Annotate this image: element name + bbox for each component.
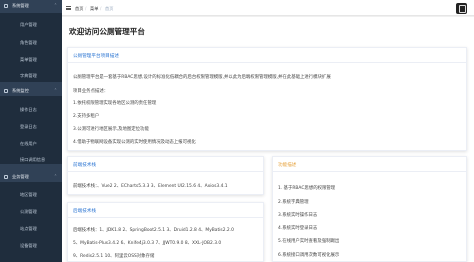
chevron-up-icon: ⌃ — [53, 174, 57, 179]
business-point: 2.支持多租户 — [73, 114, 100, 119]
frontend-card-title: 前端技术栈 — [73, 163, 96, 168]
sidebar-item-dicts[interactable]: 字典管理 — [0, 70, 62, 80]
features-card-title: 功能描述 — [278, 163, 297, 168]
sidebar-item-menus[interactable]: 菜单管理 — [0, 54, 62, 64]
feature-item: 2.系统字典管理 — [278, 200, 309, 205]
feature-item: 4.系统实时登录日志 — [278, 226, 318, 231]
breadcrumb-current: 首页 — [105, 5, 114, 11]
description-card: 公厕管理平台项目描述 公厕管理平台是一套基于RBAC思想,设计的标准化低耦合的后… — [67, 47, 467, 151]
chevron-up-icon: ⌃ — [53, 3, 57, 8]
backend-stack-line: 5、MyBatis-Plus3.4.2 6、Knife4j3.0.3 7、JJW… — [73, 241, 222, 246]
description-card-title: 公厕管理平台项目描述 — [73, 54, 119, 59]
monitor-icon — [4, 88, 8, 93]
description-intro: 公厕管理平台是一套基于RBAC思想,设计的标准化低耦合的后台权限管理模版,并以此… — [73, 75, 331, 80]
topbar: 首页 / 菜单 / 首页 — [62, 0, 474, 16]
tags-bar — [62, 16, 474, 17]
frontend-card: 前端技术栈 前端技术栈：、Vue2 2、ECharts5.3.3 3、Eleme… — [67, 156, 264, 195]
feature-item: 6.系统接口调用次数可视化展示 — [278, 253, 340, 258]
backend-stack-line: 后端技术栈：1、JDK1.8 2、SpringBoot2.5.1 3、Druid… — [73, 228, 234, 233]
breadcrumb-separator: / — [100, 5, 102, 11]
sidebar-group-system[interactable]: 系统管理 ⌃ — [0, 1, 62, 10]
page-title: 欢迎访问公厕管理平台 — [69, 27, 145, 36]
sidebar: 系统管理 ⌃ 用户管理 角色管理 菜单管理 字典管理 系统监控 ⌃ 操作日志 登… — [0, 0, 62, 262]
backend-stack-line: 9、Redis2.5.1 10、阿里云OSS对象存储 — [73, 254, 155, 259]
frontend-stack: 前端技术栈：、Vue2 2、ECharts5.3.3 3、Element UI2… — [73, 184, 228, 189]
breadcrumb-menu[interactable]: 菜单 — [90, 6, 98, 12]
breadcrumb-home[interactable]: 首页 — [75, 6, 83, 12]
business-point: 3.公测可进行地区展示,及地图定位功能 — [73, 127, 149, 132]
sidebar-item-users[interactable]: 用户管理 — [0, 19, 62, 29]
chevron-up-icon: ⌃ — [53, 88, 57, 93]
sidebar-item-sites[interactable]: 站点管理 — [0, 223, 62, 233]
sidebar-group-monitor[interactable]: 系统监控 ⌃ — [0, 86, 62, 95]
briefcase-icon — [4, 174, 8, 179]
sidebar-item-toilets[interactable]: 公测管理 — [0, 206, 62, 216]
feature-item: 5.在线用户实时查看及强制踢出 — [278, 239, 340, 244]
feature-item: 3.系统实时操作日志 — [278, 213, 318, 218]
sidebar-item-api-calls[interactable]: 接口调用信息 — [0, 154, 62, 164]
backend-card-title: 后端技术栈 — [73, 209, 96, 214]
sidebar-item-oplog[interactable]: 操作日志 — [0, 104, 62, 114]
sidebar-item-roles[interactable]: 角色管理 — [0, 37, 62, 47]
sidebar-group-business[interactable]: 业务管理 ⌃ — [0, 172, 62, 181]
sidebar-item-online-users[interactable]: 在线用户 — [0, 138, 62, 148]
features-card: 功能描述 1. 基于RBAC思想的权限管理 2.系统字典管理 3.系统实时操作日… — [272, 156, 467, 262]
sidebar-item-loginlog[interactable]: 登录日志 — [0, 121, 62, 131]
feature-item: 1. 基于RBAC思想的权限管理 — [278, 186, 336, 191]
avatar[interactable] — [456, 2, 467, 14]
breadcrumb-separator: / — [85, 5, 87, 11]
business-point: 1.依托权限管理实现各地区公测的责任管理 — [73, 101, 157, 106]
business-title: 项目业务点描述： — [73, 89, 109, 94]
business-point: 4.借助于物联网设备实现公测的实时使用情况及动态上报可视化 — [73, 140, 196, 145]
sidebar-item-devices[interactable]: 设备管理 — [0, 240, 62, 250]
sidebar-item-regions[interactable]: 地区管理 — [0, 189, 62, 199]
backend-card: 后端技术栈 后端技术栈：1、JDK1.8 2、SpringBoot2.5.1 3… — [67, 202, 264, 262]
hamburger-icon[interactable] — [66, 5, 71, 10]
settings-icon — [4, 3, 8, 8]
